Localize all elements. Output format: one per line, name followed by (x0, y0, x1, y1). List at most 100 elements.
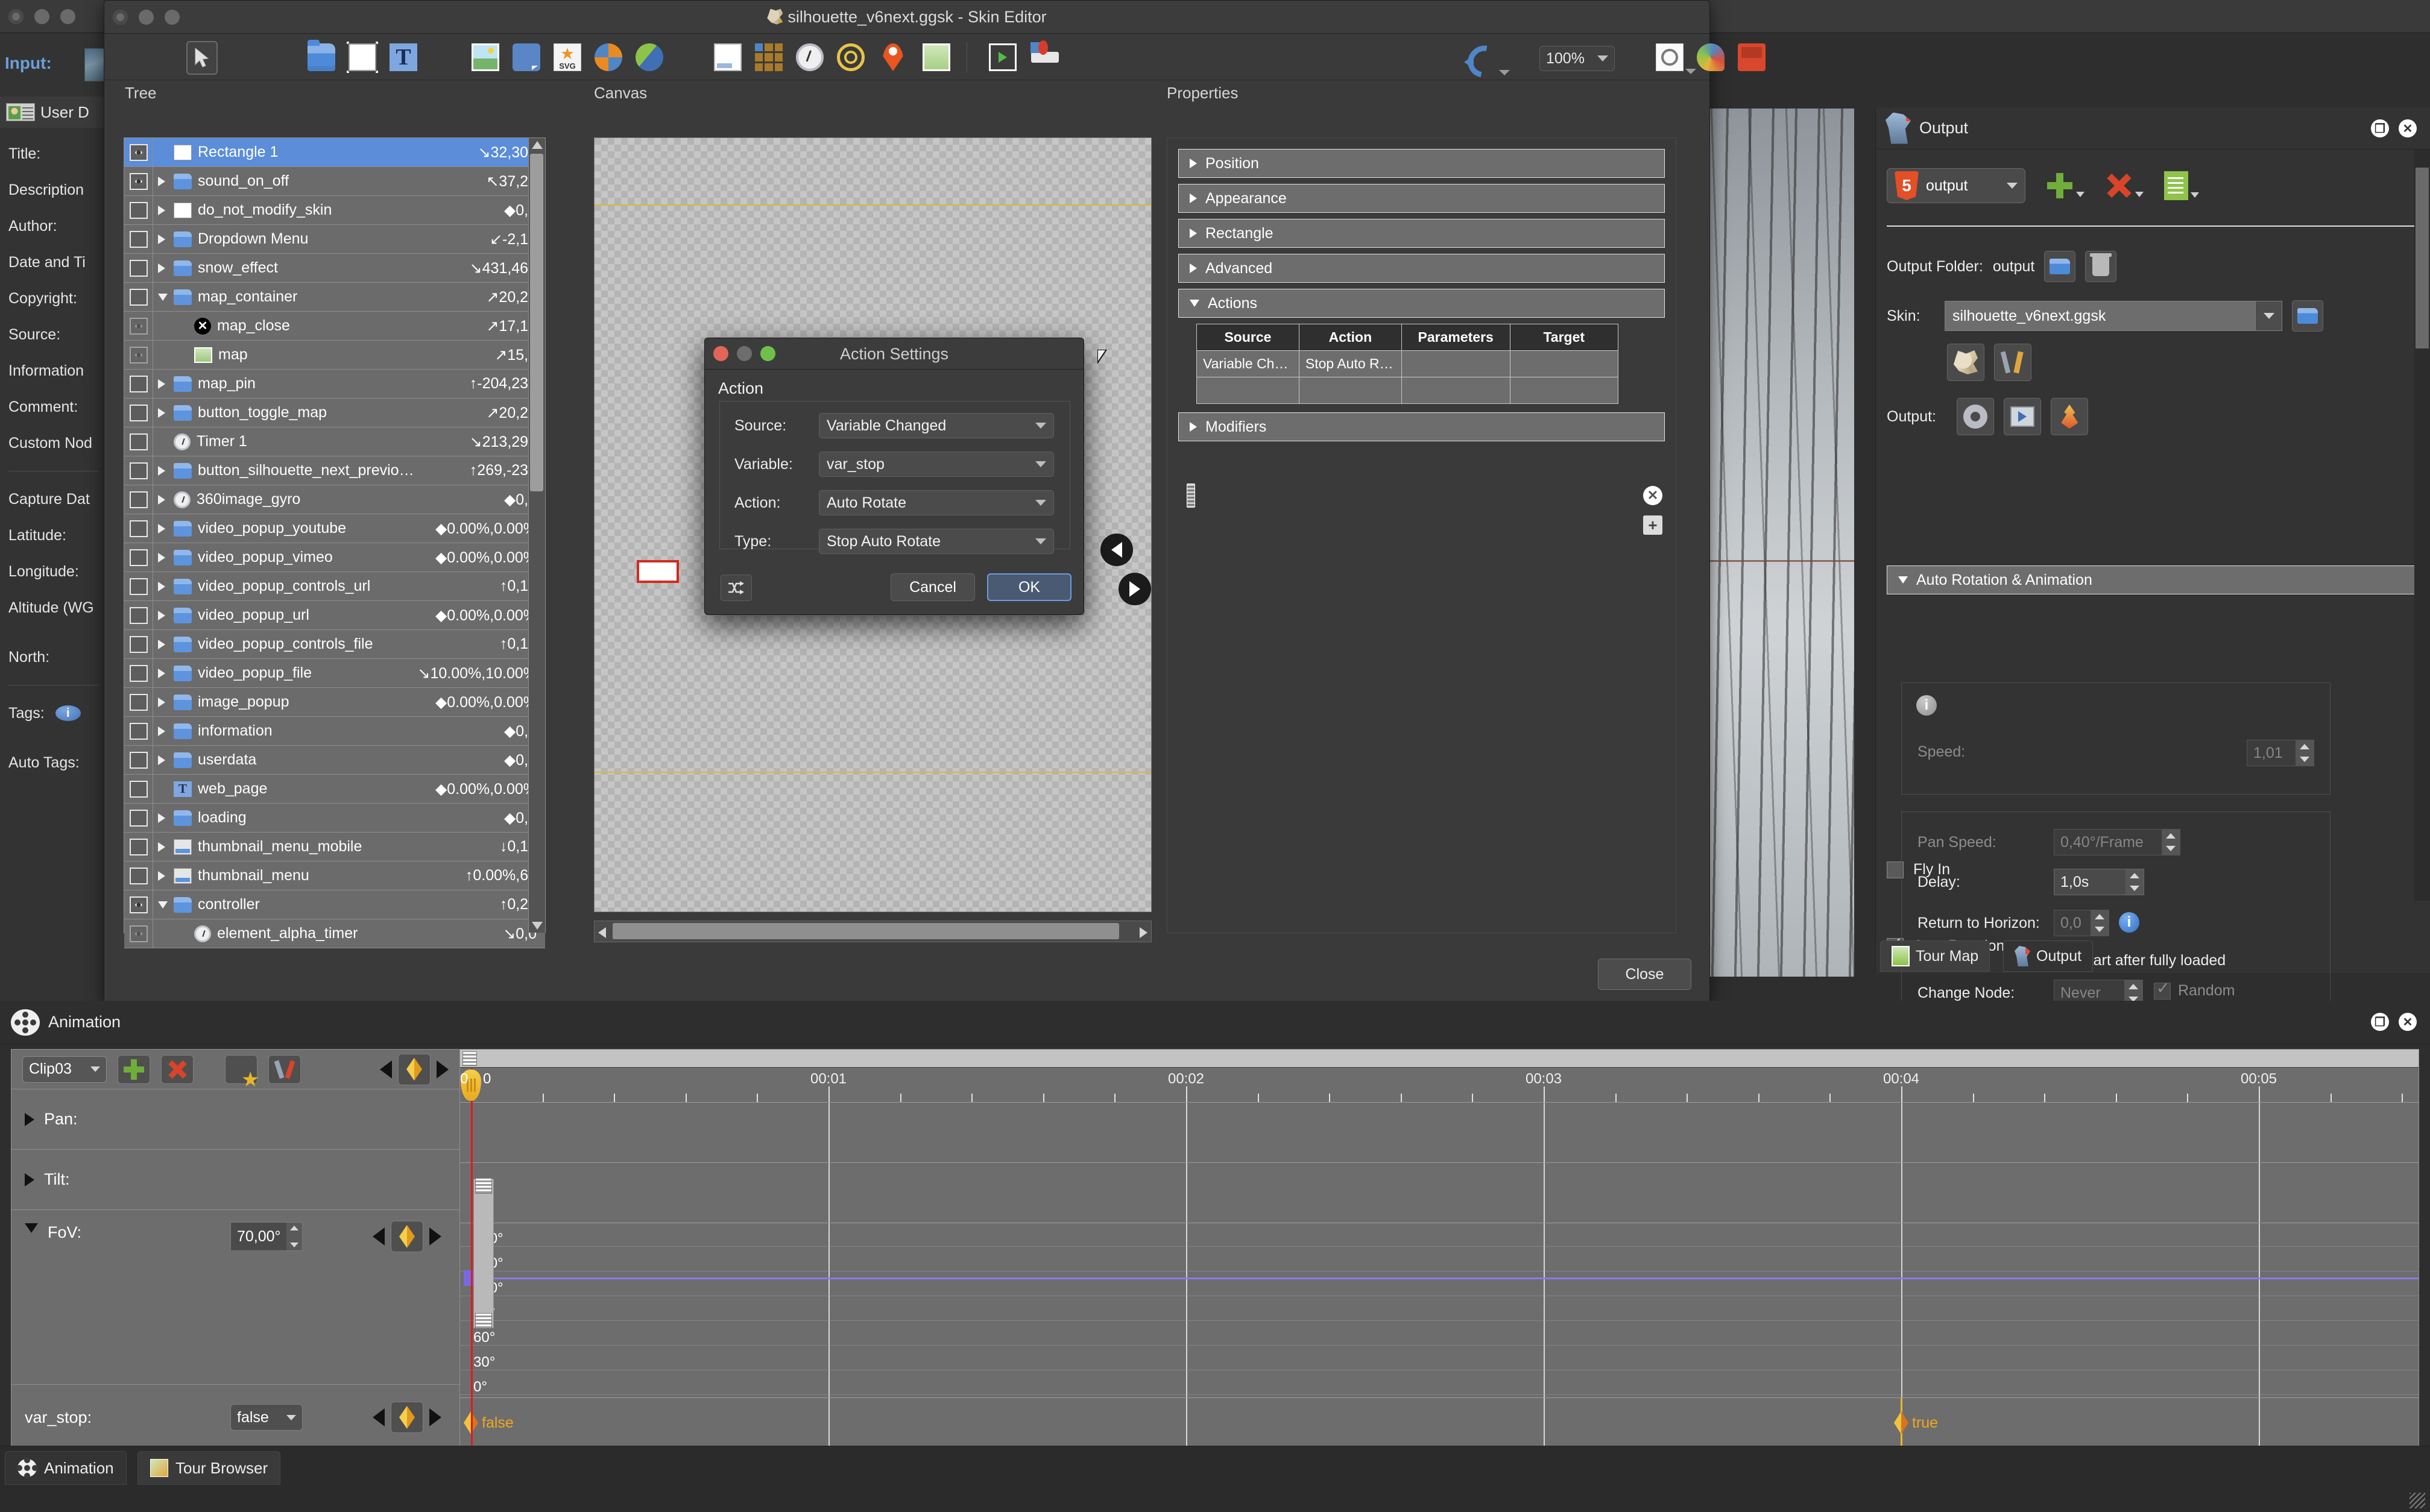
dialog-window-controls[interactable] (713, 346, 775, 361)
output-settings-button[interactable] (1957, 398, 1994, 435)
browse-output-folder-button[interactable] (2044, 251, 2076, 282)
canvas-horizontal-scrollbar[interactable] (594, 921, 1152, 942)
visibility-toggle[interactable] (124, 572, 153, 600)
output-dock-scrollbar[interactable] (2414, 150, 2430, 901)
tree-row[interactable]: do_not_modify_skin ◆0,0 (124, 196, 545, 225)
clip-select[interactable]: Clip03 (22, 1056, 107, 1083)
globe-icon[interactable] (595, 43, 622, 71)
visibility-toggle[interactable] (124, 456, 153, 485)
chevron-down-icon[interactable] (2135, 192, 2144, 197)
visibility-toggle[interactable] (124, 167, 153, 195)
stepper-icon[interactable] (2162, 830, 2180, 855)
chevron-right-icon[interactable] (158, 235, 170, 244)
random-checkbox[interactable] (2154, 979, 2171, 1000)
delay-input[interactable]: 1,0s (2054, 869, 2144, 895)
section-position[interactable]: Position (1178, 149, 1665, 178)
dialog-close-button[interactable] (713, 346, 728, 361)
toolbox-icon[interactable] (1738, 43, 1766, 71)
keyframe-marker[interactable]: true (1894, 1411, 1938, 1434)
section-rectangle[interactable]: Rectangle (1178, 219, 1665, 248)
chevron-down-icon[interactable] (2076, 192, 2084, 197)
zoom-level-select[interactable]: 100% (1539, 46, 1615, 71)
return-to-horizon-input[interactable]: 0,0 (2054, 910, 2109, 936)
output-preview-button[interactable] (2004, 398, 2041, 435)
undo-icon[interactable] (1464, 43, 1510, 75)
tree-row[interactable]: video_popup_controls_file ↑0,10 (124, 630, 545, 659)
chevron-right-icon[interactable] (158, 871, 170, 881)
browse-skin-button[interactable] (2292, 300, 2323, 332)
tree-row[interactable]: ✕ map_close ↗17,19 (124, 312, 545, 341)
skin-close-button[interactable] (113, 10, 128, 25)
chevron-right-icon[interactable] (158, 206, 170, 215)
tree-row[interactable]: sound_on_off ↖37,21 (124, 167, 545, 196)
fov-value-input[interactable]: 70,00° (230, 1222, 303, 1251)
add-keyframe-button[interactable] (391, 1221, 423, 1252)
visibility-toggle[interactable] (124, 225, 153, 253)
variable-select[interactable]: var_stop (819, 452, 1054, 477)
visibility-toggle[interactable] (124, 427, 153, 456)
ok-button[interactable]: OK (987, 573, 1071, 601)
visibility-toggle[interactable] (124, 543, 153, 572)
tree-panel[interactable]: Rectangle 1 ↘32,306 sound_on_off ↖37,21 do_n… (124, 137, 546, 948)
visibility-toggle[interactable] (124, 514, 153, 543)
timeline-ruler[interactable]: 00:0100:0200:0300:0400:0500:06 (460, 1068, 2419, 1102)
clip-favorite-button[interactable]: ★ (225, 1054, 259, 1090)
chevron-right-icon[interactable] (25, 1173, 34, 1186)
visibility-toggle[interactable] (124, 919, 153, 948)
chevron-right-icon[interactable] (158, 611, 170, 620)
tree-row[interactable]: snow_effect ↘431,461 (124, 254, 545, 283)
table-row[interactable] (1196, 377, 1619, 404)
window-maximize-button[interactable] (60, 9, 75, 24)
video-icon[interactable] (989, 43, 1017, 71)
visibility-toggle[interactable] (124, 804, 153, 832)
visibility-toggle[interactable] (124, 398, 153, 427)
chevron-right-icon[interactable] (158, 755, 170, 765)
chevron-right-icon[interactable] (158, 379, 170, 389)
visibility-toggle[interactable] (124, 283, 153, 311)
skin-select[interactable]: silhouette_v6next.ggsk (1945, 301, 2282, 331)
skin-window-controls[interactable] (113, 10, 180, 25)
info-icon[interactable]: i (2119, 912, 2139, 933)
prev-keyframe-icon[interactable] (380, 1060, 392, 1079)
visibility-toggle[interactable] (124, 370, 153, 398)
scroll-grip-icon[interactable] (475, 1313, 492, 1329)
track-tilt[interactable]: Tilt: (11, 1150, 459, 1210)
add-clip-button[interactable] (118, 1054, 150, 1084)
stepper-icon[interactable] (2296, 740, 2314, 766)
output-profile-select[interactable]: 5 output (1887, 168, 2025, 203)
tags-info-icon[interactable]: i (55, 705, 81, 721)
section-actions[interactable]: Actions (1178, 289, 1665, 318)
chevron-right-icon[interactable] (158, 466, 170, 476)
tree-row[interactable]: Rectangle 1 ↘32,306 (124, 138, 545, 167)
track-pan[interactable]: Pan: (11, 1089, 459, 1150)
visibility-toggle[interactable] (124, 341, 153, 369)
chevron-right-icon[interactable] (158, 177, 170, 186)
visibility-toggle[interactable] (124, 688, 153, 716)
cell-parameters[interactable] (1401, 350, 1510, 377)
slider-icon[interactable] (1031, 52, 1059, 63)
timeline[interactable]: 00:0100:0200:0300:0400:0500:06 180°150°1… (460, 1049, 2419, 1450)
chevron-right-icon[interactable] (158, 842, 170, 852)
next-keyframe-icon[interactable] (429, 1227, 441, 1246)
cell-parameters-empty[interactable] (1401, 377, 1510, 404)
remove-output-icon[interactable] (2105, 172, 2133, 200)
tab-tour-map[interactable]: Tour Map (1880, 940, 1990, 972)
fov-vertical-scrollbar[interactable] (473, 1178, 494, 1329)
visibility-toggle[interactable] (124, 138, 153, 166)
dialog-minimize-button[interactable] (737, 346, 752, 361)
chevron-right-icon[interactable] (158, 553, 170, 562)
folder-icon[interactable] (308, 40, 335, 71)
stepper-icon[interactable] (286, 1223, 302, 1250)
tree-row[interactable]: image_popup ◆0.00%,0.00% (124, 688, 545, 717)
main-window-controls[interactable] (8, 9, 75, 24)
delete-clip-button[interactable] (161, 1054, 194, 1084)
visibility-toggle[interactable] (124, 717, 153, 745)
scroll-down-icon[interactable] (532, 922, 543, 930)
tab-animation[interactable]: Animation (5, 1451, 127, 1485)
tree-row[interactable]: Timer 1 ↘213,297 (124, 427, 545, 456)
tree-row[interactable]: Tweb_page ◆0.00%,0.00% (124, 775, 545, 804)
timer-icon[interactable] (796, 43, 824, 71)
close-icon[interactable]: ✕ (2399, 1013, 2417, 1031)
scroll-grip-icon[interactable] (475, 1178, 492, 1194)
text-icon[interactable]: T (390, 43, 417, 71)
